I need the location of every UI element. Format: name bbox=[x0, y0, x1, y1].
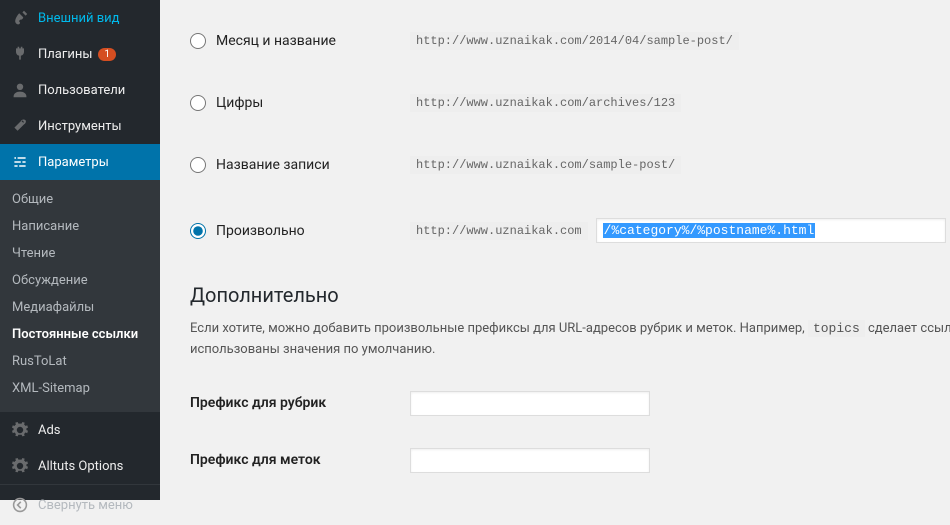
sidebar-submenu: Общие Написание Чтение Обсуждение Медиаф… bbox=[0, 180, 160, 412]
sidebar-item-label: Внешний вид bbox=[38, 11, 120, 26]
permalink-option-row: Произвольно http://www.uznaikak.com /%ca… bbox=[190, 196, 950, 265]
category-base-input[interactable] bbox=[410, 391, 650, 416]
sidebar-menu-bottom: Ads Alltuts Options bbox=[0, 412, 160, 484]
permalink-option-row: Месяц и название http://www.uznaikak.com… bbox=[190, 10, 950, 72]
sidebar-item-users[interactable]: Пользователи bbox=[0, 72, 160, 108]
permalink-radio-custom[interactable] bbox=[190, 223, 206, 239]
permalink-sample: http://www.uznaikak.com/sample-post/ bbox=[410, 156, 681, 174]
sidebar-item-label: Параметры bbox=[38, 155, 109, 170]
sidebar-item-label: Ads bbox=[38, 423, 61, 438]
permalink-label: Месяц и название bbox=[216, 33, 336, 49]
submenu-item-permalinks[interactable]: Постоянные ссылки bbox=[0, 321, 160, 348]
sidebar-menu: Внешний вид Плагины 1 Пользователи Инстр… bbox=[0, 0, 160, 180]
sidebar-item-tools[interactable]: Инструменты bbox=[0, 108, 160, 144]
submenu-item-general[interactable]: Общие bbox=[0, 186, 160, 213]
sliders-icon bbox=[10, 152, 30, 172]
submenu-item-discussion[interactable]: Обсуждение bbox=[0, 267, 160, 294]
permalink-radio-postname[interactable] bbox=[190, 157, 206, 173]
submenu-item-media[interactable]: Медиафайлы bbox=[0, 294, 160, 321]
submenu-item-rustolat[interactable]: RusToLat bbox=[0, 348, 160, 375]
sidebar-item-label: Инструменты bbox=[38, 119, 122, 134]
permalink-radio-month-name[interactable] bbox=[190, 33, 206, 49]
plug-icon bbox=[10, 44, 30, 64]
sidebar-item-label: Пользователи bbox=[38, 83, 125, 98]
sidebar-item-settings[interactable]: Параметры bbox=[0, 144, 160, 180]
permalink-label: Цифры bbox=[216, 95, 263, 111]
sidebar-item-appearance[interactable]: Внешний вид bbox=[0, 0, 160, 36]
collapse-menu-button[interactable]: Свернуть меню bbox=[0, 484, 160, 525]
tag-base-input[interactable] bbox=[410, 448, 650, 473]
gear-icon bbox=[10, 420, 30, 440]
permalink-sample: http://www.uznaikak.com/2014/04/sample-p… bbox=[410, 32, 739, 50]
gear-icon bbox=[10, 456, 30, 476]
submenu-item-xml-sitemap[interactable]: XML-Sitemap bbox=[0, 375, 160, 402]
submenu-item-writing[interactable]: Написание bbox=[0, 213, 160, 240]
update-badge: 1 bbox=[98, 48, 116, 61]
permalink-option-row: Название записи http://www.uznaikak.com/… bbox=[190, 134, 950, 196]
optional-description: Если хотите, можно добавить произвольные… bbox=[190, 319, 950, 361]
category-base-label: Префикс для рубрик bbox=[190, 395, 410, 411]
chevron-left-circle-icon bbox=[10, 495, 30, 515]
brush-icon bbox=[10, 8, 30, 28]
category-base-row: Префикс для рубрик bbox=[190, 375, 950, 432]
sidebar-item-label: Alltuts Options bbox=[38, 459, 123, 474]
tag-base-label: Префикс для меток bbox=[190, 452, 410, 468]
sidebar-item-ads[interactable]: Ads bbox=[0, 412, 160, 448]
user-icon bbox=[10, 80, 30, 100]
permalink-label: Название записи bbox=[216, 157, 330, 173]
permalink-radio-numeric[interactable] bbox=[190, 95, 206, 111]
settings-content: Месяц и название http://www.uznaikak.com… bbox=[160, 0, 950, 500]
permalink-sample: http://www.uznaikak.com/archives/123 bbox=[410, 94, 681, 112]
wrench-icon bbox=[10, 116, 30, 136]
sidebar-item-plugins[interactable]: Плагины 1 bbox=[0, 36, 160, 72]
permalink-label: Произвольно bbox=[216, 223, 305, 239]
admin-sidebar: Внешний вид Плагины 1 Пользователи Инстр… bbox=[0, 0, 160, 500]
sidebar-item-label: Плагины bbox=[38, 47, 92, 62]
optional-heading: Дополнительно bbox=[190, 283, 950, 307]
tag-base-row: Префикс для меток bbox=[190, 432, 950, 489]
submenu-item-reading[interactable]: Чтение bbox=[0, 240, 160, 267]
permalink-option-row: Цифры http://www.uznaikak.com/archives/1… bbox=[190, 72, 950, 134]
sidebar-item-alltuts[interactable]: Alltuts Options bbox=[0, 448, 160, 484]
permalink-custom-prefix: http://www.uznaikak.com bbox=[410, 222, 588, 240]
permalink-custom-input[interactable]: /%category%/%postname%.html bbox=[596, 218, 946, 243]
